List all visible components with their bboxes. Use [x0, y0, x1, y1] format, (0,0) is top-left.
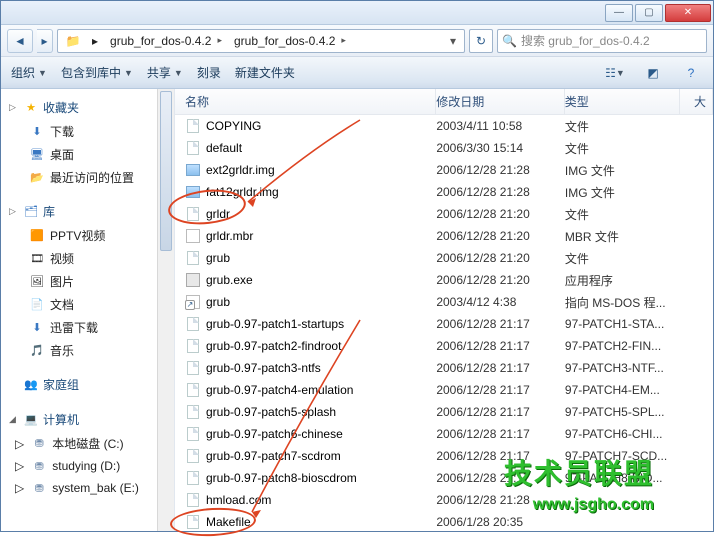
- watermark-url: www.jsgho.com: [533, 496, 654, 514]
- watermark: 技术员联盟: [504, 452, 654, 492]
